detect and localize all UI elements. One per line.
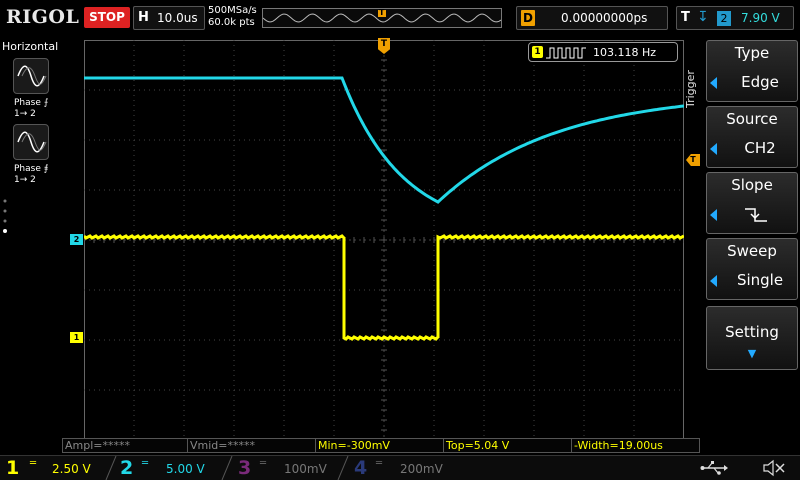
memory-trigger-marker: T — [379, 8, 385, 17]
menu-header: Trigger — [684, 70, 697, 108]
ch3-status[interactable]: 3 ═ 100mV — [232, 456, 348, 480]
phase-falling-button[interactable] — [13, 124, 49, 160]
waveform-grid — [82, 39, 685, 441]
page-dots-icon — [3, 199, 7, 233]
menu-source-button[interactable]: Source CH2 — [706, 106, 798, 168]
ch4-scale: 200mV — [400, 462, 443, 476]
ch3-scale: 100mV — [284, 462, 327, 476]
phase-rising-button[interactable] — [13, 58, 49, 94]
meas-ampl[interactable]: Ampl=***** — [62, 438, 188, 453]
delay-box[interactable]: D 0.00000000ps — [516, 6, 668, 30]
waveform-display[interactable]: 1 103.118 Hz — [82, 39, 685, 441]
usb-icon — [700, 461, 728, 475]
memory-depth: 60.0k pts — [208, 17, 255, 28]
left-arrow-icon — [710, 209, 717, 221]
trigger-letter: T — [681, 10, 690, 25]
meas-width[interactable]: -Width=19.00us — [572, 438, 700, 453]
ch2-offset-marker[interactable]: 2 — [70, 234, 83, 245]
freq-value: 103.118 Hz — [593, 46, 657, 59]
measurement-bar: Ampl=***** Vmid=***** Min=-300mV Top=5.0… — [62, 438, 702, 454]
ch1-scale: 2.50 V — [52, 462, 91, 476]
ch4-status[interactable]: 4 ═ 200mV — [348, 456, 464, 480]
memory-strip: T — [262, 8, 502, 28]
dc-coupling-icon: ═ — [30, 458, 37, 469]
brand-logo: RIGOL — [6, 6, 80, 28]
menu-source-title: Source — [726, 110, 778, 128]
falling-edge-icon: ⨎ — [43, 164, 49, 174]
trigger-level: 7.90 V — [741, 11, 780, 25]
meas-top[interactable]: Top=5.04 V — [444, 438, 572, 453]
meas-min[interactable]: Min=-300mV — [316, 438, 444, 453]
sine-wave-icon — [17, 131, 47, 153]
ch1-status[interactable]: 1 ═ 2.50 V — [0, 456, 116, 480]
sample-rate: 500MSa/s — [208, 5, 257, 16]
ch2-scale: 5.00 V — [166, 462, 205, 476]
menu-type-title: Type — [734, 44, 770, 62]
speaker-mute-icon[interactable] — [762, 459, 786, 477]
down-arrow-icon: ▼ — [747, 347, 757, 360]
menu-type-button[interactable]: Type Edge — [706, 40, 798, 102]
trigger-channel: 2 — [717, 11, 731, 26]
top-bar: RIGOL STOP H 10.0us 500MSa/s 60.0k pts T… — [0, 0, 800, 36]
menu-setting-title: Setting — [725, 323, 779, 341]
phase-rising-label: Phase ⨍ 1→ 2 — [14, 98, 49, 119]
trigger-box[interactable]: T ↧ 2 7.90 V — [676, 6, 794, 30]
menu-sweep-value: Single — [736, 271, 784, 289]
pulse-train-icon — [546, 47, 586, 59]
dc-coupling-icon: ═ — [142, 458, 149, 469]
sine-wave-icon — [17, 65, 47, 87]
meas-vmid[interactable]: Vmid=***** — [188, 438, 316, 453]
ch2-status[interactable]: 2 ═ 5.00 V — [116, 456, 232, 480]
menu-sweep-title: Sweep — [727, 242, 777, 260]
ch4-number: 4 — [354, 457, 368, 479]
left-arrow-icon — [710, 77, 717, 89]
rising-edge-icon: ⨍ — [43, 98, 49, 108]
trigger-level-marker[interactable]: T — [686, 154, 700, 166]
menu-sweep-button[interactable]: Sweep Single — [706, 238, 798, 300]
frequency-readout: 1 103.118 Hz — [528, 42, 678, 62]
falling-slope-icon — [745, 208, 767, 222]
dc-coupling-icon: ═ — [260, 458, 267, 469]
left-arrow-icon — [710, 275, 717, 287]
trigger-menu: Type Edge Source CH2 Slope Sweep Single … — [702, 38, 800, 438]
delay-letter: D — [521, 10, 535, 26]
ch1-offset-marker[interactable]: 1 — [70, 332, 83, 343]
timebase-box[interactable]: H 10.0us — [133, 6, 205, 30]
timebase-value: 10.0us — [157, 11, 198, 25]
sample-info: 500MSa/s 60.0k pts — [208, 5, 257, 29]
delay-value: 0.00000000ps — [561, 11, 648, 25]
ch3-number: 3 — [238, 457, 252, 479]
menu-slope-button[interactable]: Slope — [706, 172, 798, 234]
ch1-number: 1 — [6, 457, 20, 479]
phase-falling-label: Phase ⨎ 1→ 2 — [14, 164, 49, 185]
timebase-letter: H — [138, 10, 149, 25]
menu-source-value: CH2 — [744, 139, 776, 157]
menu-slope-title: Slope — [731, 176, 773, 194]
dc-coupling-icon: ═ — [376, 458, 383, 469]
left-arrow-icon — [710, 143, 717, 155]
freq-channel-badge: 1 — [532, 46, 543, 58]
run-stop-status[interactable]: STOP — [84, 7, 130, 28]
ch2-number: 2 — [120, 457, 134, 479]
falling-edge-icon: ↧ — [697, 9, 709, 25]
horizontal-title: Horizontal — [2, 40, 59, 53]
channel-bar: 1 ═ 2.50 V 2 ═ 5.00 V 3 ═ 100mV 4 ═ 200m… — [0, 455, 800, 480]
menu-type-value: Edge — [741, 73, 779, 91]
horizontal-panel: Horizontal Phase ⨍ 1→ 2 Phase ⨎ 1→ 2 — [0, 36, 62, 436]
menu-setting-button[interactable]: Setting ▼ — [706, 306, 798, 370]
